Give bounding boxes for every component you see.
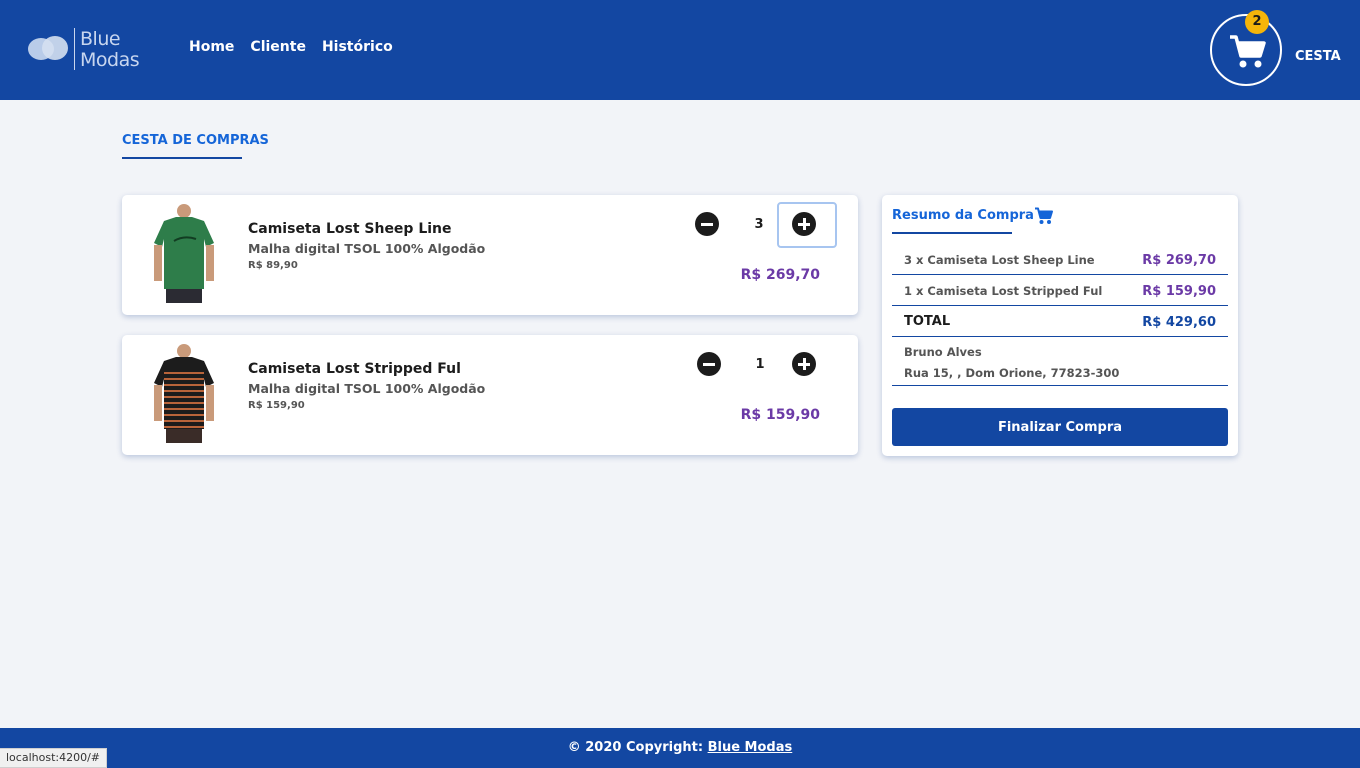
main-nav: Home Cliente Histórico xyxy=(189,39,393,55)
cart-item: Camiseta Lost Stripped Ful Malha digital… xyxy=(122,335,858,455)
brand-logo[interactable]: Blue Modas xyxy=(28,28,148,72)
logo-separator xyxy=(74,28,75,70)
product-image xyxy=(154,344,214,443)
nav-cliente[interactable]: Cliente xyxy=(250,39,306,55)
summary-line: 3 x Camiseta Lost Sheep Line R$ 269,70 xyxy=(892,244,1228,275)
product-description: Malha digital TSOL 100% Algodão xyxy=(248,241,486,256)
quantity-value: 3 xyxy=(754,217,764,232)
customer-info: Bruno Alves Rua 15, , Dom Orione, 77823-… xyxy=(892,338,1228,386)
brand-name-line2: Modas xyxy=(80,49,140,71)
summary-line-label: 1 x Camiseta Lost Stripped Ful xyxy=(904,284,1103,298)
cart-count-badge: 2 xyxy=(1245,10,1269,34)
cart-icon xyxy=(1230,35,1266,68)
decrease-quantity-button[interactable] xyxy=(697,352,721,376)
plus-icon-vertical xyxy=(802,358,806,370)
nav-historico[interactable]: Histórico xyxy=(322,39,393,55)
minus-icon xyxy=(703,363,715,366)
summary-line: 1 x Camiseta Lost Stripped Ful R$ 159,90 xyxy=(892,275,1228,306)
increase-quantity-button[interactable] xyxy=(792,212,816,236)
minus-icon xyxy=(701,223,713,226)
summary-line-label: 3 x Camiseta Lost Sheep Line xyxy=(904,253,1095,267)
browser-status-url: localhost:4200/# xyxy=(0,748,107,768)
product-name: Camiseta Lost Stripped Ful xyxy=(248,361,461,377)
nav-home[interactable]: Home xyxy=(189,39,234,55)
summary-title-underline xyxy=(892,232,1012,234)
increase-quantity-button[interactable] xyxy=(792,352,816,376)
logo-bubble xyxy=(42,36,68,60)
customer-address: Rua 15, , Dom Orione, 77823-300 xyxy=(904,366,1120,380)
cart-item: Camiseta Lost Sheep Line Malha digital T… xyxy=(122,195,858,315)
cart-icon xyxy=(1035,207,1053,224)
order-summary: Resumo da Compra 3 x Camiseta Lost Sheep… xyxy=(882,195,1238,456)
decrease-quantity-button[interactable] xyxy=(695,212,719,236)
line-total: R$ 269,70 xyxy=(740,267,820,283)
product-unit-price: R$ 159,90 xyxy=(248,400,305,411)
copyright-text: © 2020 Copyright: xyxy=(567,740,708,755)
header: Blue Modas Home Cliente Histórico 2 CEST… xyxy=(0,0,1360,100)
plus-icon-vertical xyxy=(802,218,806,230)
footer: © 2020 Copyright: Blue Modas xyxy=(0,728,1360,768)
line-total: R$ 159,90 xyxy=(740,407,820,423)
product-image xyxy=(154,204,214,303)
brand-name-line1: Blue xyxy=(80,28,121,50)
total-label: TOTAL xyxy=(904,314,951,329)
summary-line-value: R$ 269,70 xyxy=(1142,253,1216,268)
product-unit-price: R$ 89,90 xyxy=(248,260,298,271)
quantity-value: 1 xyxy=(755,357,765,372)
cart-label[interactable]: CESTA xyxy=(1295,49,1341,64)
customer-name: Bruno Alves xyxy=(904,345,982,359)
product-description: Malha digital TSOL 100% Algodão xyxy=(248,381,486,396)
summary-total: TOTAL R$ 429,60 xyxy=(892,306,1228,337)
page-title-underline xyxy=(122,157,242,159)
finish-purchase-button[interactable]: Finalizar Compra xyxy=(892,408,1228,446)
total-value: R$ 429,60 xyxy=(1142,315,1216,330)
product-name: Camiseta Lost Sheep Line xyxy=(248,221,452,237)
summary-line-value: R$ 159,90 xyxy=(1142,284,1216,299)
summary-title: Resumo da Compra xyxy=(892,208,1034,223)
footer-brand-link[interactable]: Blue Modas xyxy=(708,740,793,755)
page-title: CESTA DE COMPRAS xyxy=(122,133,269,148)
